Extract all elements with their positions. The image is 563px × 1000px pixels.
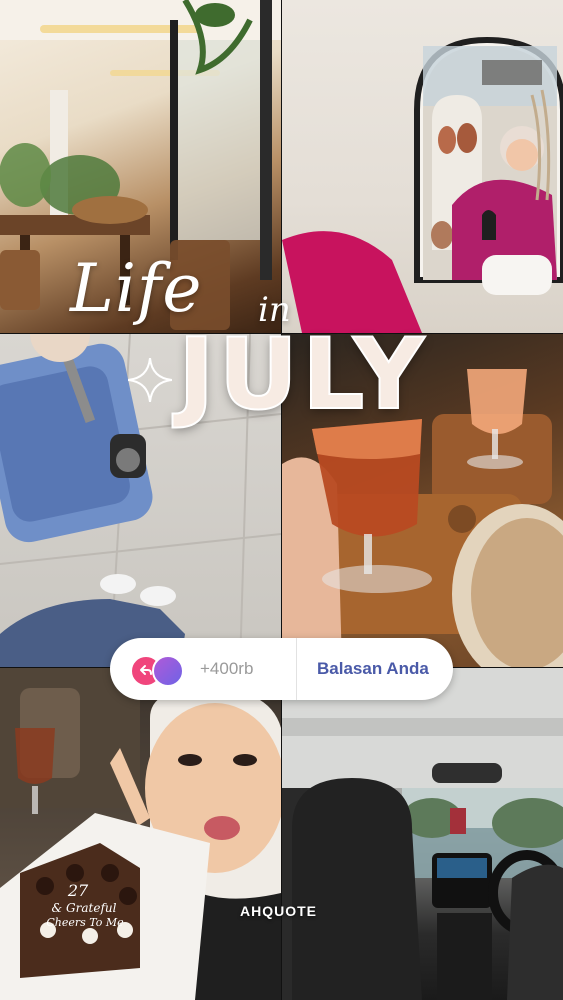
reply-avatars xyxy=(130,654,192,687)
cake-text-line-1: 27 xyxy=(67,881,89,900)
photo-cake-selfie: 27 & Grateful Cheers To Me xyxy=(0,668,281,1000)
cake-text-line-3: Cheers To Me xyxy=(46,916,124,929)
reply-bar[interactable]: +400rb Balasan Anda xyxy=(110,638,453,700)
photo-car-interior xyxy=(282,668,563,1000)
reply-button[interactable]: Balasan Anda xyxy=(317,659,429,679)
story-viewer[interactable]: 27 & Grateful Cheers To Me Life in JULY … xyxy=(0,0,563,1000)
avatar xyxy=(152,655,184,687)
cake-text-line-2: & Grateful xyxy=(52,901,117,915)
watermark: AHQUOTE xyxy=(240,903,317,919)
arch-mirror-illustration xyxy=(282,36,563,333)
story-title-life: Life xyxy=(70,250,203,327)
reply-divider xyxy=(296,638,297,700)
sparkle-icon xyxy=(128,358,172,402)
cake-selfie-illustration: 27 & Grateful Cheers To Me xyxy=(0,668,281,1000)
reply-count: +400rb xyxy=(200,659,254,678)
photo-arch-mirror-selfie xyxy=(282,0,563,333)
story-title-month: JULY xyxy=(177,318,429,432)
car-interior-illustration xyxy=(282,668,563,1000)
photo-collage: 27 & Grateful Cheers To Me xyxy=(0,0,563,1000)
